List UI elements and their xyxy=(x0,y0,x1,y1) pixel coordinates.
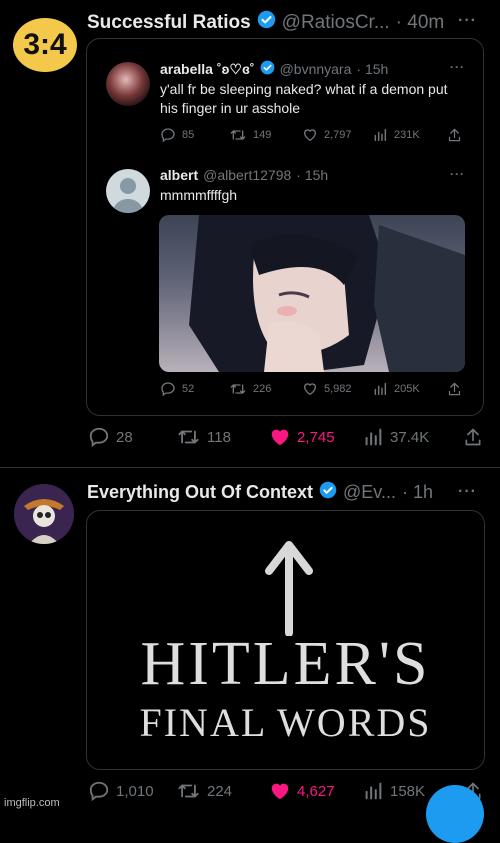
retweet-icon xyxy=(229,381,247,397)
quote-author-handle[interactable]: @bvnnyara xyxy=(280,61,352,77)
avatar-everything-out-of-context[interactable] xyxy=(14,484,74,544)
reply-time[interactable]: · 15h xyxy=(296,167,328,183)
like-count: 4,627 xyxy=(297,782,335,800)
retweet-count: 224 xyxy=(207,782,233,800)
more-options-icon[interactable]: ··· xyxy=(458,12,477,30)
author-handle[interactable]: @RatiosCr... xyxy=(282,12,390,34)
views-icon xyxy=(372,381,388,397)
retweet-icon xyxy=(176,426,201,448)
like-button[interactable]: 2,745 xyxy=(269,426,335,448)
quote-time[interactable]: · 15h xyxy=(356,61,388,77)
reply-icon xyxy=(88,780,110,802)
anime-girl-illustration xyxy=(189,215,465,372)
quote-more-options-icon[interactable]: ··· xyxy=(450,60,465,74)
author-name[interactable]: Successful Ratios xyxy=(87,12,251,34)
reply-views-button[interactable]: 205K xyxy=(372,381,420,397)
quote-views-button[interactable]: 231K xyxy=(372,127,420,143)
avatar-successful-ratios[interactable]: 3:4 xyxy=(13,18,77,72)
tweet-time[interactable]: · 40m xyxy=(396,12,445,34)
reply-author-name[interactable]: albert xyxy=(160,167,198,183)
quote-share-icon[interactable] xyxy=(447,127,462,148)
views-count: 158K xyxy=(390,782,426,800)
heart-icon xyxy=(302,381,318,397)
views-count: 37.4K xyxy=(390,428,430,446)
retweet-count: 118 xyxy=(207,428,231,446)
reply-reply-button[interactable]: 52 xyxy=(160,381,194,397)
retweet-button[interactable]: 118 xyxy=(176,426,231,448)
reply-count: 52 xyxy=(182,383,195,395)
reply-icon xyxy=(160,127,176,143)
views-icon xyxy=(372,127,388,143)
share-icon[interactable] xyxy=(463,426,483,453)
like-count: 2,797 xyxy=(324,129,352,141)
verified-badge-icon xyxy=(257,10,276,35)
quote-author-name[interactable]: arabella ˚ʚ♡ɞ˚ xyxy=(160,61,255,78)
views-count: 205K xyxy=(394,383,420,395)
retweet-button[interactable]: 224 xyxy=(176,780,232,802)
quote-reply-button[interactable]: 85 xyxy=(160,127,194,143)
verified-badge-icon xyxy=(260,60,275,78)
reply-icon xyxy=(160,381,176,397)
views-count: 231K xyxy=(394,129,420,141)
reply-like-button[interactable]: 5,982 xyxy=(302,381,352,397)
reply-image[interactable] xyxy=(159,215,465,372)
heart-filled-icon xyxy=(269,426,291,448)
avatar-albert[interactable] xyxy=(106,169,150,213)
media-line-2: FINAL WORDS xyxy=(139,700,432,745)
reply-icon xyxy=(88,426,110,448)
avatar-arabella[interactable] xyxy=(106,62,150,106)
like-button[interactable]: 4,627 xyxy=(269,780,335,802)
reply-count: 28 xyxy=(116,428,133,446)
like-count: 2,745 xyxy=(297,428,335,446)
views-button[interactable]: 37.4K xyxy=(362,426,429,448)
heart-filled-icon xyxy=(269,780,291,802)
author-name[interactable]: Everything Out Of Context xyxy=(87,482,313,503)
arrow-up-icon xyxy=(265,541,313,636)
skeleton-avatar-icon xyxy=(14,484,74,544)
reply-author-handle[interactable]: @albert12798 xyxy=(203,167,291,183)
verified-badge-icon xyxy=(319,481,337,504)
retweet-icon xyxy=(229,127,247,143)
views-icon xyxy=(362,426,384,448)
quote-text: y'all fr be sleeping naked? what if a de… xyxy=(160,81,448,116)
retweet-count: 149 xyxy=(253,129,272,141)
reply-button[interactable]: 1,010 xyxy=(88,780,154,802)
author-handle[interactable]: @Ev... xyxy=(343,482,396,503)
reply-more-options-icon[interactable]: ··· xyxy=(450,167,465,181)
avatar-text: 3:4 xyxy=(23,28,67,61)
reply-count: 1,010 xyxy=(116,782,154,800)
reply-button[interactable]: 28 xyxy=(88,426,133,448)
quote-like-button[interactable]: 2,797 xyxy=(302,127,352,143)
media-line-1: HITLER'S xyxy=(140,630,431,698)
tweet-divider xyxy=(0,467,500,468)
retweet-count: 226 xyxy=(253,383,272,395)
reply-text: mmmmffffgh xyxy=(160,187,238,203)
reply-share-icon[interactable] xyxy=(447,381,462,402)
quote-retweet-button[interactable]: 149 xyxy=(229,127,271,143)
reply-count: 85 xyxy=(182,129,195,141)
compose-fab[interactable] xyxy=(426,785,484,843)
views-button[interactable]: 158K xyxy=(362,780,425,802)
tweet-time[interactable]: · 1h xyxy=(402,482,433,503)
tweet-media-image[interactable]: HITLER'S FINAL WORDS xyxy=(86,510,485,770)
retweet-icon xyxy=(176,780,201,802)
more-options-icon[interactable]: ··· xyxy=(458,483,477,501)
heart-icon xyxy=(302,127,318,143)
views-icon xyxy=(362,780,384,802)
imgflip-watermark: imgflip.com xyxy=(4,797,60,809)
like-count: 5,982 xyxy=(324,383,352,395)
reply-retweet-button[interactable]: 226 xyxy=(229,381,271,397)
